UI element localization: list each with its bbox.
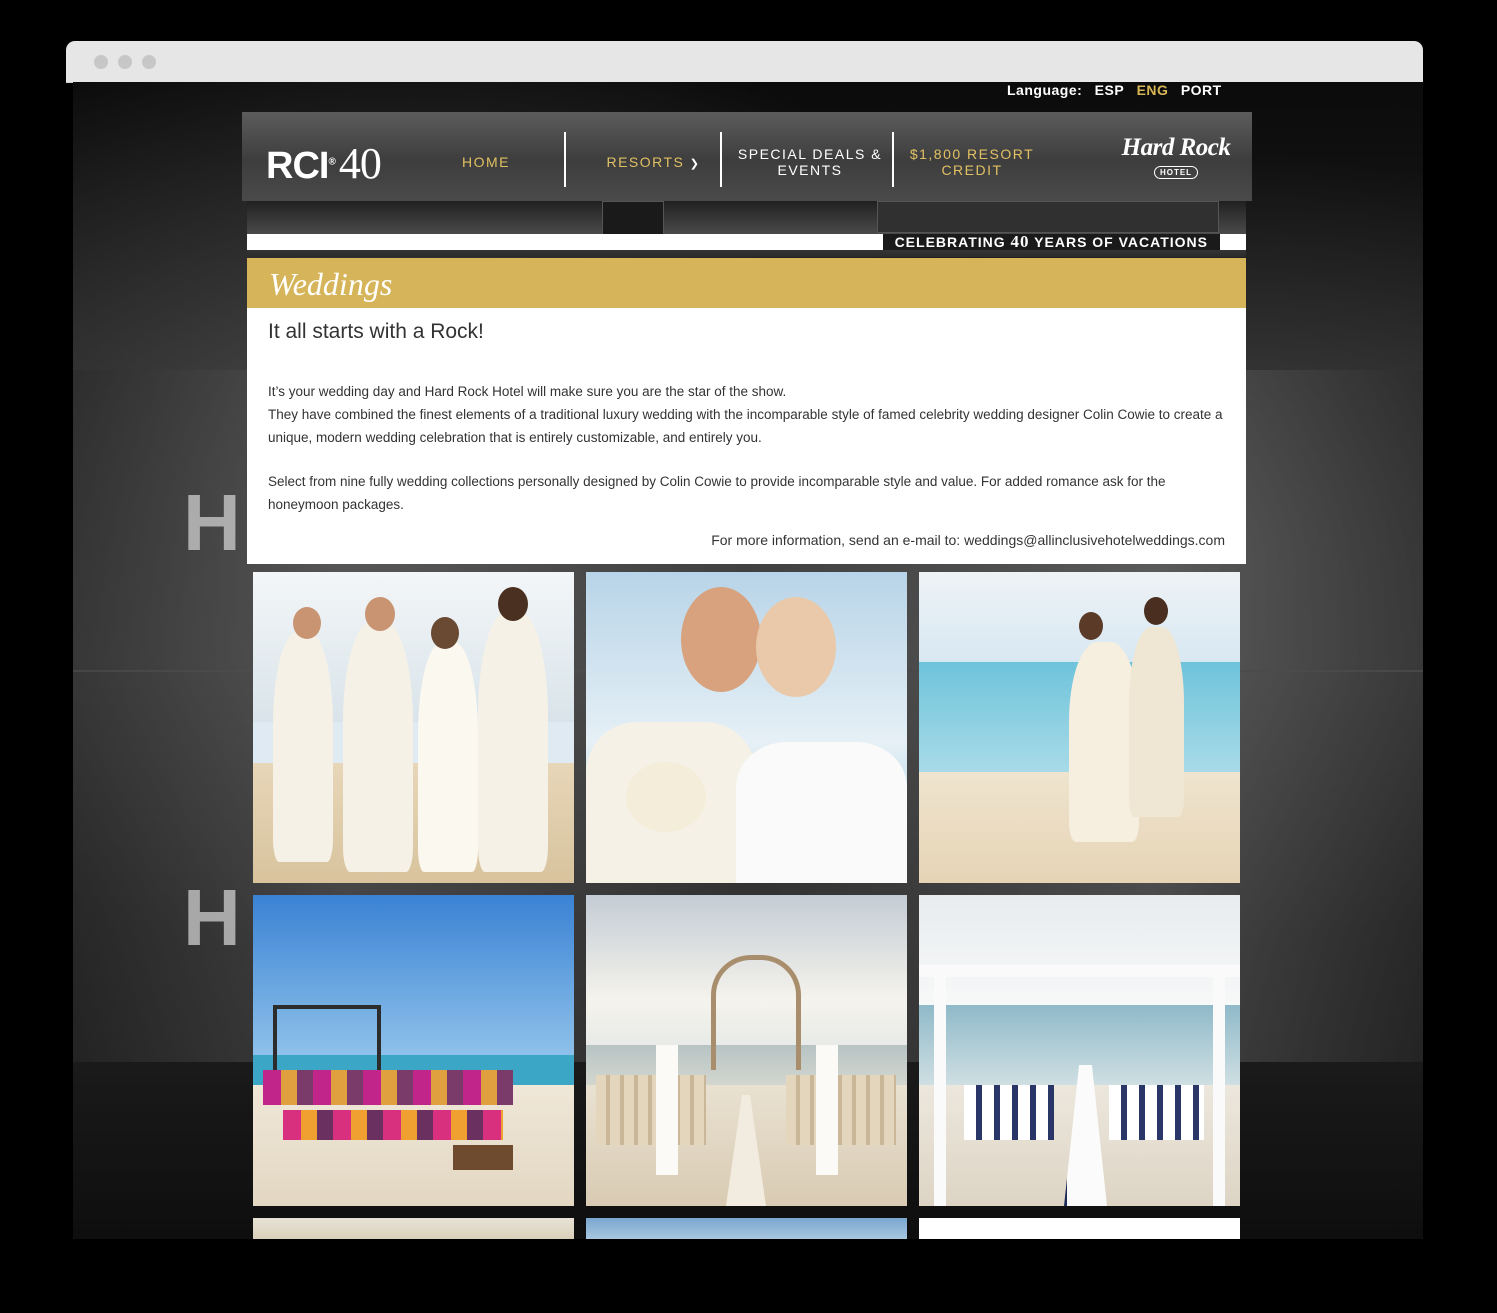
nav-special-deals[interactable]: SPECIAL DEALS & EVENTS xyxy=(736,146,884,178)
window-close-dot[interactable] xyxy=(94,55,108,69)
celebrating-banner: CELEBRATING 40 YEARS OF VACATIONS xyxy=(247,232,1246,251)
nav-divider xyxy=(564,132,566,187)
logo-forty-text: 40 xyxy=(338,139,382,188)
hero-building xyxy=(877,201,1219,233)
nav-divider xyxy=(892,132,894,187)
language-option-esp[interactable]: ESP xyxy=(1095,82,1125,98)
language-label: Language: xyxy=(1007,82,1083,98)
wedding-photo-arch-aisle[interactable] xyxy=(586,895,907,1206)
window-minimize-dot[interactable] xyxy=(118,55,132,69)
nav-deals-line2: EVENTS xyxy=(777,162,843,178)
nav-credit-line1: $1,800 RESORT xyxy=(909,146,1035,162)
wedding-photo-partial[interactable] xyxy=(586,1218,907,1239)
banner-text-post: YEARS OF VACATIONS xyxy=(1029,234,1208,250)
celebrating-text: CELEBRATING 40 YEARS OF VACATIONS xyxy=(882,232,1220,251)
section-header: Weddings xyxy=(247,258,1246,308)
hr-logo-name: Hard Rock xyxy=(1121,134,1231,161)
wedding-photo-pergola-aisle[interactable] xyxy=(919,895,1240,1206)
wedding-photo-partial[interactable] xyxy=(919,1218,1240,1239)
banner-text-pre: CELEBRATING xyxy=(894,234,1011,250)
nav-resorts[interactable]: RESORTS ❯ xyxy=(606,154,701,172)
intro-paragraph: It’s your wedding day and Hard Rock Hote… xyxy=(268,380,1228,449)
browser-titlebar xyxy=(66,41,1423,83)
main-navigation: RCI®40 HOME RESORTS ❯ SPECIAL DEALS & EV… xyxy=(242,112,1252,201)
intro-line-2: They have combined the finest elements o… xyxy=(268,407,1223,445)
nav-credit-line2: CREDIT xyxy=(941,162,1003,178)
collections-paragraph: Select from nine fully wedding collectio… xyxy=(268,474,1166,512)
nav-divider xyxy=(720,132,722,187)
wedding-photo-group-beach[interactable] xyxy=(253,572,574,883)
nav-resorts-label: RESORTS xyxy=(606,154,685,170)
nav-resort-credit[interactable]: $1,800 RESORT CREDIT xyxy=(907,146,1037,178)
wedding-photo-couple-running[interactable] xyxy=(919,572,1240,883)
language-option-port[interactable]: PORT xyxy=(1181,82,1222,98)
wedding-photo-couple-closeup[interactable] xyxy=(586,572,907,883)
wedding-photo-colorful-chairs[interactable] xyxy=(253,895,574,1206)
window-maximize-dot[interactable] xyxy=(142,55,156,69)
banner-number: 40 xyxy=(1010,232,1030,251)
section-title: Weddings xyxy=(269,266,393,302)
hard-rock-hotel-logo[interactable]: Hard Rock HOTEL xyxy=(1120,134,1232,184)
language-option-eng[interactable]: ENG xyxy=(1137,82,1169,98)
browser-window: H H Language: ESP ENG PORT RCI®40 HOME R… xyxy=(66,41,1423,1239)
content-panel: It all starts with a Rock! It’s your wed… xyxy=(247,308,1246,564)
page-viewport: H H Language: ESP ENG PORT RCI®40 HOME R… xyxy=(73,82,1423,1239)
content-heading: It all starts with a Rock! xyxy=(268,320,484,343)
background-sign-letters: H xyxy=(183,873,247,962)
language-selector: Language: ESP ENG PORT xyxy=(1007,82,1230,100)
nav-deals-line1: SPECIAL DEALS & xyxy=(737,146,883,162)
hr-logo-hotel: HOTEL xyxy=(1153,166,1199,179)
logo-rci-text: RCI xyxy=(266,145,329,187)
intro-line-1: It’s your wedding day and Hard Rock Hote… xyxy=(268,384,787,399)
contact-email-text[interactable]: For more information, send an e-mail to:… xyxy=(711,532,1225,548)
wedding-photo-partial[interactable] xyxy=(253,1218,574,1239)
chevron-down-icon: ❯ xyxy=(689,158,701,170)
rci40-logo[interactable]: RCI®40 xyxy=(266,138,382,189)
background-sign-letters: H xyxy=(183,478,247,567)
registered-mark: ® xyxy=(328,156,335,168)
nav-home[interactable]: HOME xyxy=(456,154,516,170)
